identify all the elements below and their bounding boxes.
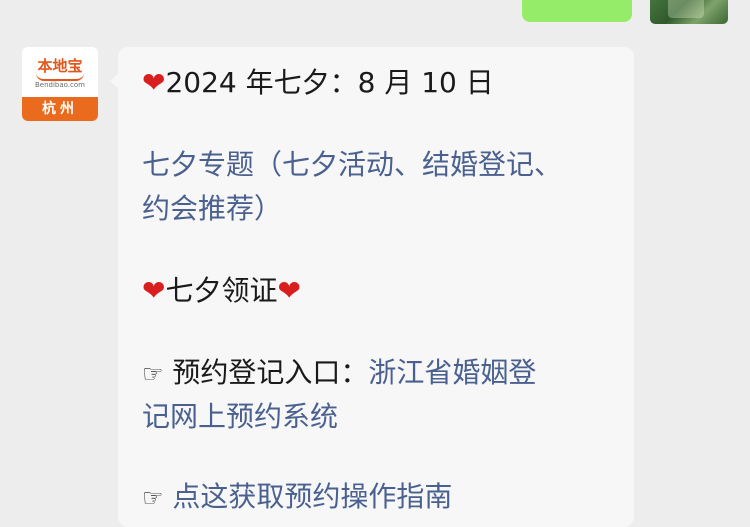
own-avatar[interactable] [650,0,728,24]
date-line: ❤2024 年七夕：8 月 10 日 [142,61,494,105]
guide-link[interactable]: 点这获取预约操作指南 [164,480,452,513]
heart-icon: ❤ [142,66,166,99]
section-title: ❤七夕领证❤ [142,269,301,313]
section-title-text: 七夕领证 [165,274,278,307]
heart-icon: ❤ [277,274,301,307]
pointing-hand-icon: ☞ [142,360,164,388]
message-bubble[interactable]: ❤2024 年七夕：8 月 10 日 七夕专题（七夕活动、结婚登记、 约会推荐）… [110,47,634,527]
logo-top: 本地宝 Bendibao.com [22,47,98,97]
appointment-link-line2[interactable]: 记网上预约系统 [142,395,338,439]
topic-link-line2[interactable]: 约会推荐） [142,187,282,231]
appointment-label: 预约登记入口： [163,356,369,389]
topic-link-line1[interactable]: 七夕专题（七夕活动、结婚登记、 [142,143,562,187]
logo-swoosh [36,73,84,81]
guide-line: ☞ 点这获取预约操作指南 [142,475,452,520]
heart-icon: ❤ [142,274,166,307]
date-text: 2024 年七夕：8 月 10 日 [165,66,494,99]
sender-avatar[interactable]: 本地宝 Bendibao.com 杭州 [22,47,98,121]
appointment-link[interactable]: 浙江省婚姻登 [368,356,536,389]
previous-outgoing-message[interactable] [522,0,632,22]
appointment-line1: ☞ 预约登记入口：浙江省婚姻登 [142,351,536,396]
logo-url: Bendibao.com [34,81,85,89]
logo-city: 杭州 [22,97,98,121]
pointing-hand-icon: ☞ [142,484,164,512]
